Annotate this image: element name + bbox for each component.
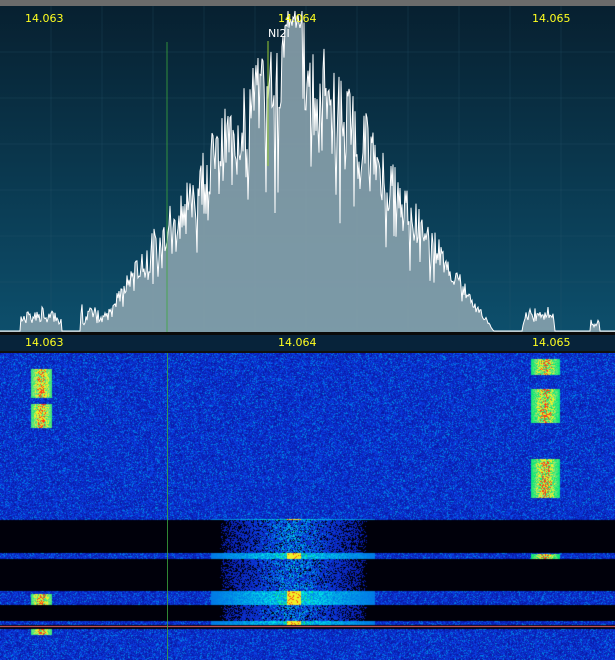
sdr-panadapter-window: 14.063 14.064 14.065 NI2I 14.063 14.064 …	[0, 0, 615, 660]
spectrum-freq-label-14063: 14.063	[25, 12, 64, 25]
waterfall-vfo-marker	[167, 353, 168, 660]
ruler-freq-label-14065: 14.065	[532, 336, 571, 349]
frequency-ruler[interactable]: 14.063 14.064 14.065	[0, 335, 615, 353]
dx-spot-callsign[interactable]: NI2I	[268, 28, 290, 40]
spectrum-display[interactable]: 14.063 14.064 14.065 NI2I	[0, 6, 615, 332]
waterfall-display[interactable]	[0, 353, 615, 660]
spectrum-freq-label-14065: 14.065	[532, 12, 571, 25]
waterfall-canvas[interactable]	[0, 353, 615, 660]
ruler-freq-label-14063: 14.063	[25, 336, 64, 349]
spectrum-graph[interactable]	[0, 6, 615, 332]
ruler-freq-label-14064: 14.064	[278, 336, 317, 349]
spectrum-freq-label-14064: 14.064	[278, 12, 317, 25]
